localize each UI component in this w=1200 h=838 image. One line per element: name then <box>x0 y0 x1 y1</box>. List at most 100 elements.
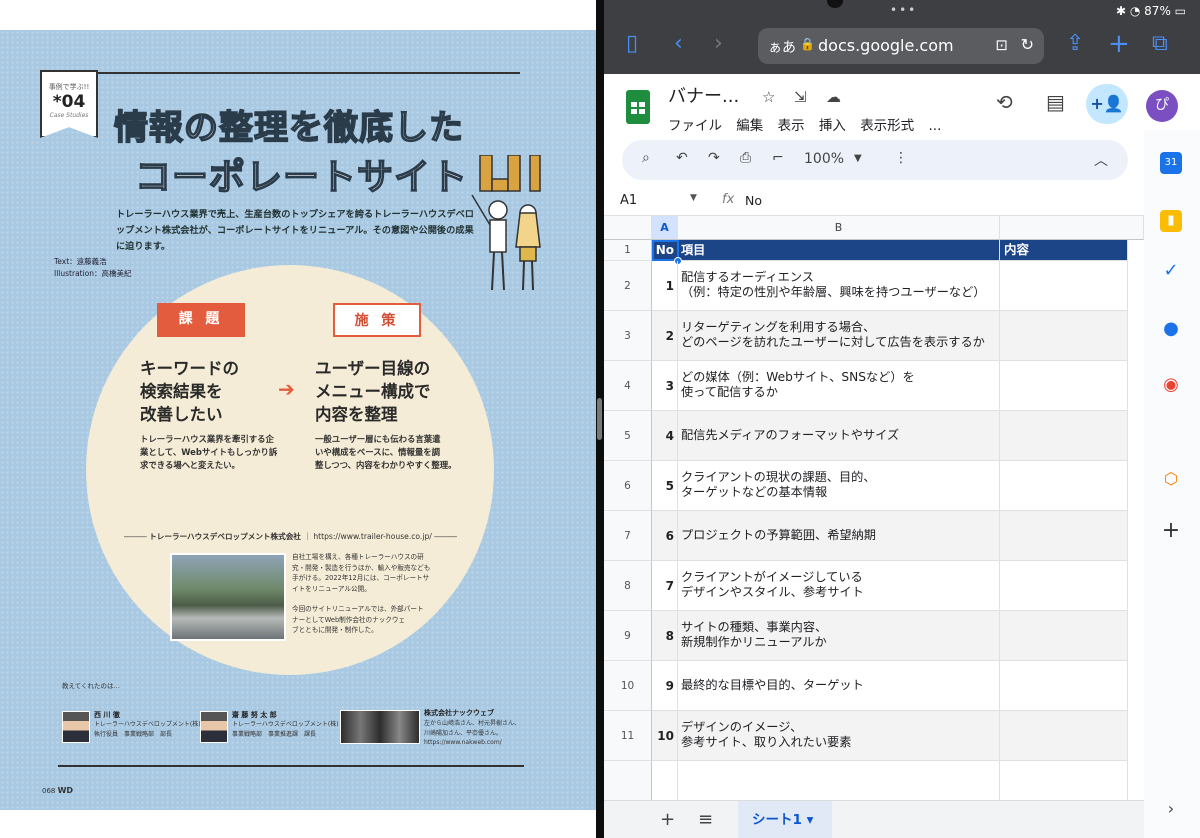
cell-content[interactable] <box>1000 611 1128 661</box>
zoom-dropdown-icon[interactable]: ▼ <box>854 153 862 164</box>
spreadsheet-grid[interactable]: A B 1 No 項目 内容 2 1 配信するオーディエンス （例：特定の性別や年齢層、興味… <box>604 216 1144 806</box>
cell-content[interactable] <box>1000 311 1128 361</box>
header-cell-item[interactable]: 項目 <box>678 240 1000 261</box>
name-box-dropdown-icon[interactable]: ▼ <box>690 193 697 203</box>
menu-insert[interactable]: 挿入 <box>819 118 846 134</box>
cell-item[interactable]: どの媒体（例：Webサイト、SNSなど）を 使って配信するか <box>678 361 1000 411</box>
reload-icon[interactable]: ↻ <box>1021 35 1034 54</box>
share-icon[interactable]: ⇪ <box>1066 32 1084 56</box>
menu-file[interactable]: ファイル <box>668 118 722 134</box>
cloud-saved-icon[interactable]: ☁ <box>826 88 841 106</box>
cell-no[interactable]: 4 <box>652 411 678 461</box>
document-title[interactable]: バナー... <box>668 82 739 108</box>
keep-icon[interactable]: ▮ <box>1160 210 1182 232</box>
row-number[interactable]: 4 <box>604 361 652 411</box>
sheet-tab-1[interactable]: シート1 ▾ <box>738 801 832 838</box>
cell-item[interactable]: 配信するオーディエンス （例：特定の性別や年齢層、興味を持つユーザーなど） <box>678 261 1000 311</box>
expand-panel-icon[interactable]: › <box>1160 798 1182 820</box>
undo-icon[interactable]: ↶ <box>676 150 688 166</box>
history-icon[interactable]: ⟲ <box>996 90 1013 114</box>
cell-content[interactable] <box>1000 361 1128 411</box>
cell-item[interactable]: サイトの種類、事業内容、 新規制作かリニューアルか <box>678 611 1000 661</box>
collapse-toolbar-icon[interactable]: ︿ <box>1094 150 1108 170</box>
all-sheets-icon[interactable]: ≡ <box>698 809 713 830</box>
cell-no[interactable]: 5 <box>652 461 678 511</box>
avatar[interactable]: ぴ <box>1146 90 1178 122</box>
cell-no[interactable]: 1 <box>652 261 678 311</box>
row-number[interactable]: 2 <box>604 261 652 311</box>
row-number[interactable]: 6 <box>604 461 652 511</box>
cell-content[interactable] <box>1000 661 1128 711</box>
cell-item[interactable]: クライアントの現状の課題、目的、 ターゲットなどの基本情報 <box>678 461 1000 511</box>
multitask-dots-icon[interactable]: ••• <box>890 3 917 17</box>
cell-content[interactable] <box>1000 511 1128 561</box>
menu-more[interactable]: ... <box>928 118 941 134</box>
add-sheet-icon[interactable]: + <box>660 809 675 830</box>
maps-icon[interactable]: ◉ <box>1160 374 1182 396</box>
cell-item[interactable]: プロジェクトの予算範囲、希望納期 <box>678 511 1000 561</box>
url-text[interactable]: docs.google.com <box>818 36 954 55</box>
cell-item[interactable]: クライアントがイメージしている デザインやスタイル、参考サイト <box>678 561 1000 611</box>
cell-content[interactable] <box>1000 261 1128 311</box>
row-number[interactable]: 7 <box>604 511 652 561</box>
cell-no[interactable]: 3 <box>652 361 678 411</box>
cell-content[interactable] <box>1000 561 1128 611</box>
row-number[interactable]: 9 <box>604 611 652 661</box>
name-box[interactable]: A1 <box>620 193 637 208</box>
move-folder-icon[interactable]: ⇲ <box>794 88 807 106</box>
calendar-icon[interactable]: 31 <box>1160 152 1182 174</box>
select-all-corner[interactable] <box>604 216 652 240</box>
split-handle[interactable] <box>597 398 602 440</box>
cell-no[interactable]: 6 <box>652 511 678 561</box>
cell-no[interactable]: 7 <box>652 561 678 611</box>
new-tab-icon[interactable]: + <box>1108 31 1130 57</box>
addon-icon[interactable]: ⬡ <box>1160 468 1182 490</box>
tabs-icon[interactable]: ⧉ <box>1152 32 1168 56</box>
forward-icon[interactable]: › <box>714 32 723 56</box>
row-number[interactable]: 10 <box>604 661 652 711</box>
print-icon[interactable]: ⎙ <box>740 150 751 166</box>
tasks-icon[interactable]: ✓ <box>1160 260 1182 282</box>
more-options-icon[interactable]: ⋮ <box>894 150 908 166</box>
cell-no[interactable]: 10 <box>652 711 678 761</box>
column-header-b[interactable]: B <box>678 216 1000 240</box>
extension-icon[interactable]: ⊡ <box>995 36 1008 54</box>
cell-item[interactable]: 最終的な目標や目的、ターゲット <box>678 661 1000 711</box>
cell-content[interactable] <box>1000 711 1128 761</box>
star-icon[interactable]: ☆ <box>762 88 775 106</box>
row-number[interactable]: 3 <box>604 311 652 361</box>
formula-input[interactable]: No <box>745 193 762 208</box>
header-cell-content[interactable]: 内容 <box>1000 240 1128 261</box>
share-person-add-icon[interactable]: +👤 <box>1086 84 1128 124</box>
column-header-c[interactable] <box>1000 216 1144 240</box>
search-icon[interactable]: ⌕ <box>642 150 650 166</box>
row-number[interactable]: 8 <box>604 561 652 611</box>
sheets-pane[interactable]: ••• ✱ ◔ 87% ▭ ▯ ‹ › ぁあ 🔒 docs.google.com… <box>604 0 1200 838</box>
cell-item[interactable]: リターゲティングを利用する場合、 どのページを訪れたユーザーに対して広告を表示す… <box>678 311 1000 361</box>
address-bar[interactable]: ぁあ 🔒 docs.google.com ⊡ ↻ <box>758 28 1044 64</box>
contacts-icon[interactable]: ● <box>1160 318 1182 340</box>
cell-item[interactable]: デザインのイメージ、 参考サイト、取り入れたい要素 <box>678 711 1000 761</box>
magazine-pane[interactable]: 事例で学ぶ!! *04 Case Studies 情報の整理を徹底した コーポレ… <box>0 0 596 838</box>
row-number[interactable]: 5 <box>604 411 652 461</box>
add-addon-icon[interactable]: + <box>1160 520 1182 542</box>
cell-content[interactable] <box>1000 461 1128 511</box>
column-header-a[interactable]: A <box>652 216 678 240</box>
paint-format-icon[interactable]: ⌐ <box>772 150 784 166</box>
zoom-select[interactable]: 100% <box>804 151 844 167</box>
cell-item[interactable]: 配信先メディアのフォーマットやサイズ <box>678 411 1000 461</box>
sheets-logo-icon[interactable] <box>626 90 650 124</box>
menu-edit[interactable]: 編集 <box>736 118 763 134</box>
menu-view[interactable]: 表示 <box>778 118 805 134</box>
reader-options[interactable]: ぁあ <box>768 37 796 57</box>
menu-format[interactable]: 表示形式 <box>860 118 914 134</box>
cell-no[interactable]: 2 <box>652 311 678 361</box>
cell-no[interactable]: 9 <box>652 661 678 711</box>
sidebar-icon[interactable]: ▯ <box>626 32 638 56</box>
row-number[interactable]: 11 <box>604 711 652 761</box>
cell-content[interactable] <box>1000 411 1128 461</box>
comment-icon[interactable]: ▤ <box>1046 90 1065 114</box>
redo-icon[interactable]: ↷ <box>708 150 720 166</box>
row-number[interactable]: 1 <box>604 240 652 261</box>
cell-no[interactable]: 8 <box>652 611 678 661</box>
